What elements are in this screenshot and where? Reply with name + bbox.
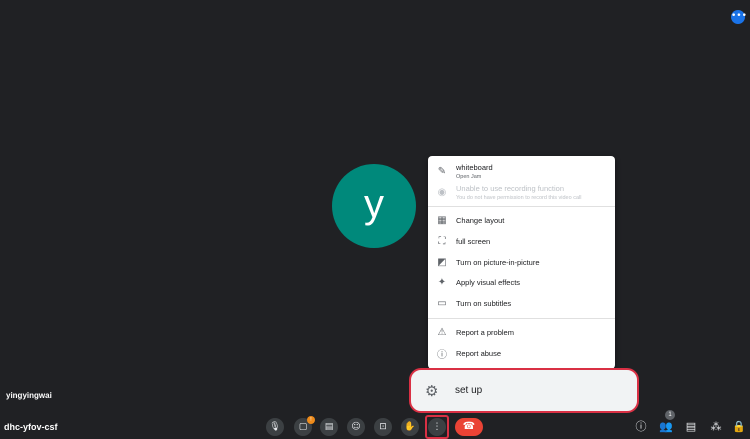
more-options-icon[interactable]: •••	[731, 10, 747, 24]
menu-item-sublabel: You do not have permission to record thi…	[456, 194, 582, 201]
menu-item-settings[interactable]: ⚙ set up	[409, 368, 639, 413]
info-icon: ⓘ	[437, 349, 447, 361]
picture-in-picture-icon: ◩	[437, 256, 447, 268]
end-call-button[interactable]: ☎	[455, 418, 483, 436]
menu-divider	[428, 318, 615, 319]
chat-button[interactable]: ▤	[683, 418, 699, 436]
camera-warning-badge: !	[307, 416, 315, 424]
meeting-code: dhc-yfov-csf	[4, 422, 58, 432]
menu-item-label: Report a problem	[456, 327, 514, 337]
menu-item-sublabel: Open Jam	[456, 173, 482, 180]
meeting-info-button[interactable]: ⓘ	[633, 418, 649, 436]
record-icon: ◉	[437, 186, 447, 198]
menu-item-label: Turn on picture-in-picture	[456, 257, 540, 267]
emoji-icon: ☺	[351, 422, 361, 432]
mic-button[interactable]: 🎙	[266, 418, 284, 436]
menu-item-label: Apply visual effects	[456, 277, 521, 287]
people-button[interactable]: 👥	[658, 418, 674, 436]
layout-icon: ▦	[437, 214, 447, 226]
menu-item-change-layout[interactable]: ▦ Change layout	[428, 210, 615, 230]
menu-item-label: whiteboard	[456, 162, 493, 172]
present-icon: ⊡	[379, 422, 387, 432]
people-icon: 👥	[659, 420, 673, 433]
pen-icon: ✎	[437, 165, 447, 177]
fullscreen-icon: ⛶	[438, 235, 446, 247]
hand-icon: ✋	[404, 422, 416, 432]
menu-item-picture-in-picture[interactable]: ◩ Turn on picture-in-picture	[428, 252, 615, 272]
closed-caption-icon: ▭	[437, 297, 447, 309]
gear-icon: ⚙	[425, 381, 439, 400]
menu-item-label: Turn on subtitles	[456, 298, 512, 308]
menu-item-report-problem[interactable]: ⚠ Report a problem	[428, 322, 615, 342]
sparkle-icon: ✦	[437, 276, 447, 288]
menu-item-label: Unable to use recording function	[456, 183, 564, 193]
feedback-icon: ⚠	[437, 326, 447, 338]
emoji-button[interactable]: ☺	[347, 418, 365, 436]
raise-hand-button[interactable]: ✋	[401, 418, 419, 436]
chat-icon: ▤	[685, 420, 697, 433]
menu-divider	[428, 206, 615, 207]
host-controls-button[interactable]: 🔒	[731, 418, 747, 436]
info-icon: ⓘ	[635, 420, 647, 433]
menu-item-label: Change layout	[456, 215, 505, 225]
menu-item-label: full screen	[456, 236, 491, 246]
captions-button[interactable]: ▤	[320, 418, 338, 436]
menu-item-report-abuse[interactable]: ⓘ Report abuse	[428, 343, 615, 363]
end-call-icon: ☎	[462, 421, 476, 432]
menu-item-recording: ◉ Unable to use recording function You d…	[428, 182, 615, 202]
shapes-icon: ⁂	[710, 420, 722, 433]
present-button[interactable]: ⊡	[374, 418, 392, 436]
mic-icon: 🎙	[269, 422, 281, 432]
settings-label: set up	[455, 385, 483, 396]
menu-item-whiteboard[interactable]: ✎ whiteboard Open Jam	[428, 161, 615, 181]
participant-avatar: y	[332, 164, 416, 248]
camera-icon: ▢	[298, 422, 308, 432]
participant-name: yingyingwai	[6, 391, 52, 400]
menu-item-subtitles[interactable]: ▭ Turn on subtitles	[428, 293, 615, 313]
menu-item-visual-effects[interactable]: ✦ Apply visual effects	[428, 272, 615, 292]
activities-button[interactable]: ⁂	[708, 418, 724, 436]
more-options-highlight	[425, 415, 449, 439]
menu-item-full-screen[interactable]: ⛶ full screen	[428, 231, 615, 251]
more-options-menu: ✎ whiteboard Open Jam ◉ Unable to use re…	[428, 156, 615, 369]
lock-person-icon: 🔒	[732, 420, 746, 433]
menu-item-label: Report abuse	[456, 348, 502, 358]
captions-icon: ▤	[324, 422, 334, 432]
